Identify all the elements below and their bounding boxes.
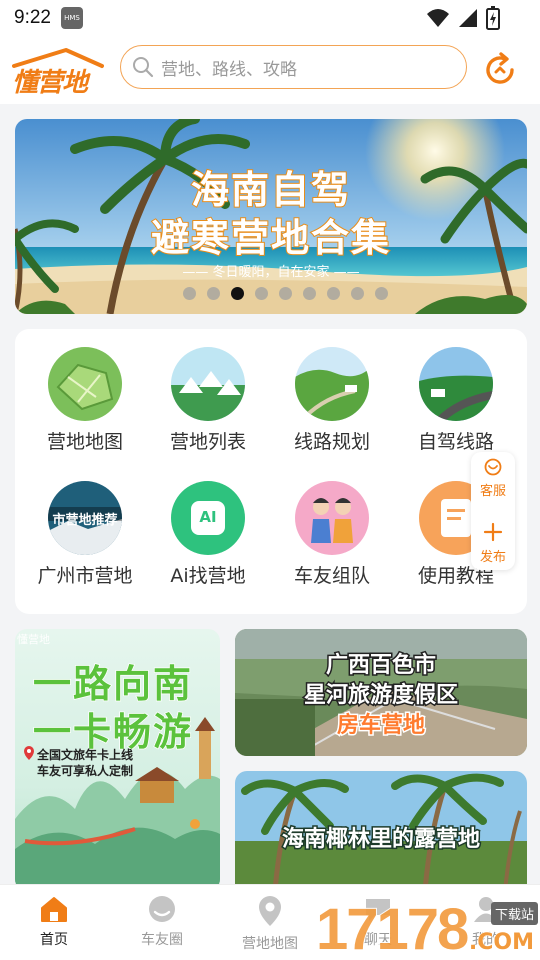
app-header: 懂营地 营地、路线、攻略 <box>0 36 540 104</box>
tab-camp-map[interactable]: 营地地图 <box>220 895 320 953</box>
feature-team-up[interactable]: 车友组队 <box>272 481 392 588</box>
feature-ai-camp[interactable]: AI Ai找营地 <box>148 481 268 588</box>
tab-home[interactable]: 首页 <box>4 895 104 949</box>
feature-label: 营地列表 <box>169 431 246 453</box>
signal-icon <box>459 9 477 27</box>
banner-title-line2: 避寒营地合集 <box>150 215 391 261</box>
city-camp-thumbnail: 市营地推荐 <box>48 481 122 555</box>
battery-icon <box>486 6 500 30</box>
carousel-dot[interactable] <box>183 287 196 300</box>
route-plan-thumbnail <box>295 347 369 421</box>
card-rt-line3: 房车营地 <box>335 712 426 740</box>
publish-label: 发布 <box>479 550 506 565</box>
publish-button[interactable]: 发布 <box>471 522 515 565</box>
feature-grid: 营地地图 营地列表 线路规划 自驾线路 市营地推荐 广州市营地 AI Ai找营地 <box>15 329 527 614</box>
status-bar: 9:22 HMS <box>0 0 540 36</box>
app-logo[interactable]: 懂营地 <box>10 44 106 98</box>
tab-label: 首页 <box>40 932 68 948</box>
feature-label: Ai找营地 <box>170 565 246 587</box>
camp-map-thumbnail <box>48 347 122 421</box>
card-watermark: 懂营地 <box>17 633 50 646</box>
service-icon <box>484 458 502 476</box>
card-rt-line2: 星河旅游度假区 <box>302 682 459 710</box>
feature-label: 线路规划 <box>293 431 370 453</box>
team-up-thumbnail <box>295 481 369 555</box>
carousel-dot[interactable] <box>375 287 388 300</box>
promo-card-coconut[interactable]: 海南椰林里的露营地 <box>235 771 527 891</box>
card-left-line1: 一路向南 <box>32 661 194 707</box>
feature-self-drive[interactable]: 自驾线路 <box>396 347 516 454</box>
plus-icon <box>483 522 503 542</box>
search-icon <box>133 57 154 78</box>
site-watermark: 17178 下载站 .COM <box>315 896 540 960</box>
carousel-dot[interactable] <box>327 287 340 300</box>
feature-label: 车友组队 <box>293 565 370 587</box>
card-rb-line1: 海南椰林里的露营地 <box>280 826 481 854</box>
status-time: 9:22 <box>14 7 51 28</box>
carousel-dot[interactable] <box>351 287 364 300</box>
logo-text: 懂营地 <box>12 68 88 98</box>
refresh-icon[interactable] <box>482 52 518 88</box>
feature-city-camp[interactable]: 市营地推荐 广州市营地 <box>25 481 145 588</box>
feature-camp-map[interactable]: 营地地图 <box>25 347 145 454</box>
hms-badge: HMS <box>60 7 83 29</box>
search-bar[interactable]: 营地、路线、攻略 <box>120 45 467 89</box>
carousel-dot[interactable] <box>303 287 316 300</box>
self-drive-thumbnail <box>419 347 493 421</box>
wifi-icon <box>427 9 449 27</box>
car-friends-icon <box>149 896 175 922</box>
carousel-dot[interactable] <box>279 287 292 300</box>
card-rt-line1: 广西百色市 <box>324 652 437 680</box>
card-left-note2: 车友可享私人定制 <box>37 764 134 778</box>
carousel-dot[interactable] <box>207 287 220 300</box>
customer-service-label: 客服 <box>479 484 506 499</box>
carousel-dot-active[interactable] <box>231 287 244 300</box>
carousel-dot[interactable] <box>255 287 268 300</box>
carousel-dots[interactable] <box>183 287 388 300</box>
watermark-download: 下载站 <box>490 902 538 925</box>
home-icon <box>41 897 67 922</box>
banner-title-line1: 海南自驾 <box>190 167 351 213</box>
tab-car-friends[interactable]: 车友圈 <box>112 895 212 949</box>
card-left-note1: 全国文旅年卡上线 <box>37 748 134 762</box>
map-pin-icon <box>259 896 281 926</box>
location-pin-icon <box>24 746 34 760</box>
customer-service-button[interactable]: 客服 <box>471 458 515 499</box>
status-icons <box>426 6 500 30</box>
feature-camp-list[interactable]: 营地列表 <box>148 347 268 454</box>
feature-route-plan[interactable]: 线路规划 <box>272 347 392 454</box>
watermark-domain: .COM <box>468 930 534 956</box>
tab-label: 营地地图 <box>242 936 298 952</box>
feature-label: 广州市营地 <box>37 565 133 587</box>
search-placeholder: 营地、路线、攻略 <box>161 59 297 80</box>
floating-actions: 客服 发布 <box>471 452 515 570</box>
city-camp-overlay: 市营地推荐 <box>52 513 118 528</box>
watermark-number: 17178 <box>315 896 470 960</box>
feature-label: 营地地图 <box>46 431 123 453</box>
feature-label: 自驾线路 <box>417 431 494 453</box>
tab-label: 车友圈 <box>141 932 183 948</box>
ai-camp-icon: AI <box>171 481 245 555</box>
promo-banner[interactable]: 海南自驾 避寒营地合集 —— 冬日暖阳，自在安家 —— <box>15 119 527 314</box>
camp-list-thumbnail <box>171 347 245 421</box>
promo-card-baise[interactable]: 广西百色市 星河旅游度假区 房车营地 <box>235 629 527 756</box>
promo-card-south[interactable]: 懂营地 一路向南 一卡畅游 全国文旅年卡上线 车友可享私人定制 <box>15 629 220 891</box>
ai-icon-text: AI <box>199 508 217 526</box>
banner-subtitle: —— 冬日暖阳，自在安家 —— <box>182 265 360 280</box>
